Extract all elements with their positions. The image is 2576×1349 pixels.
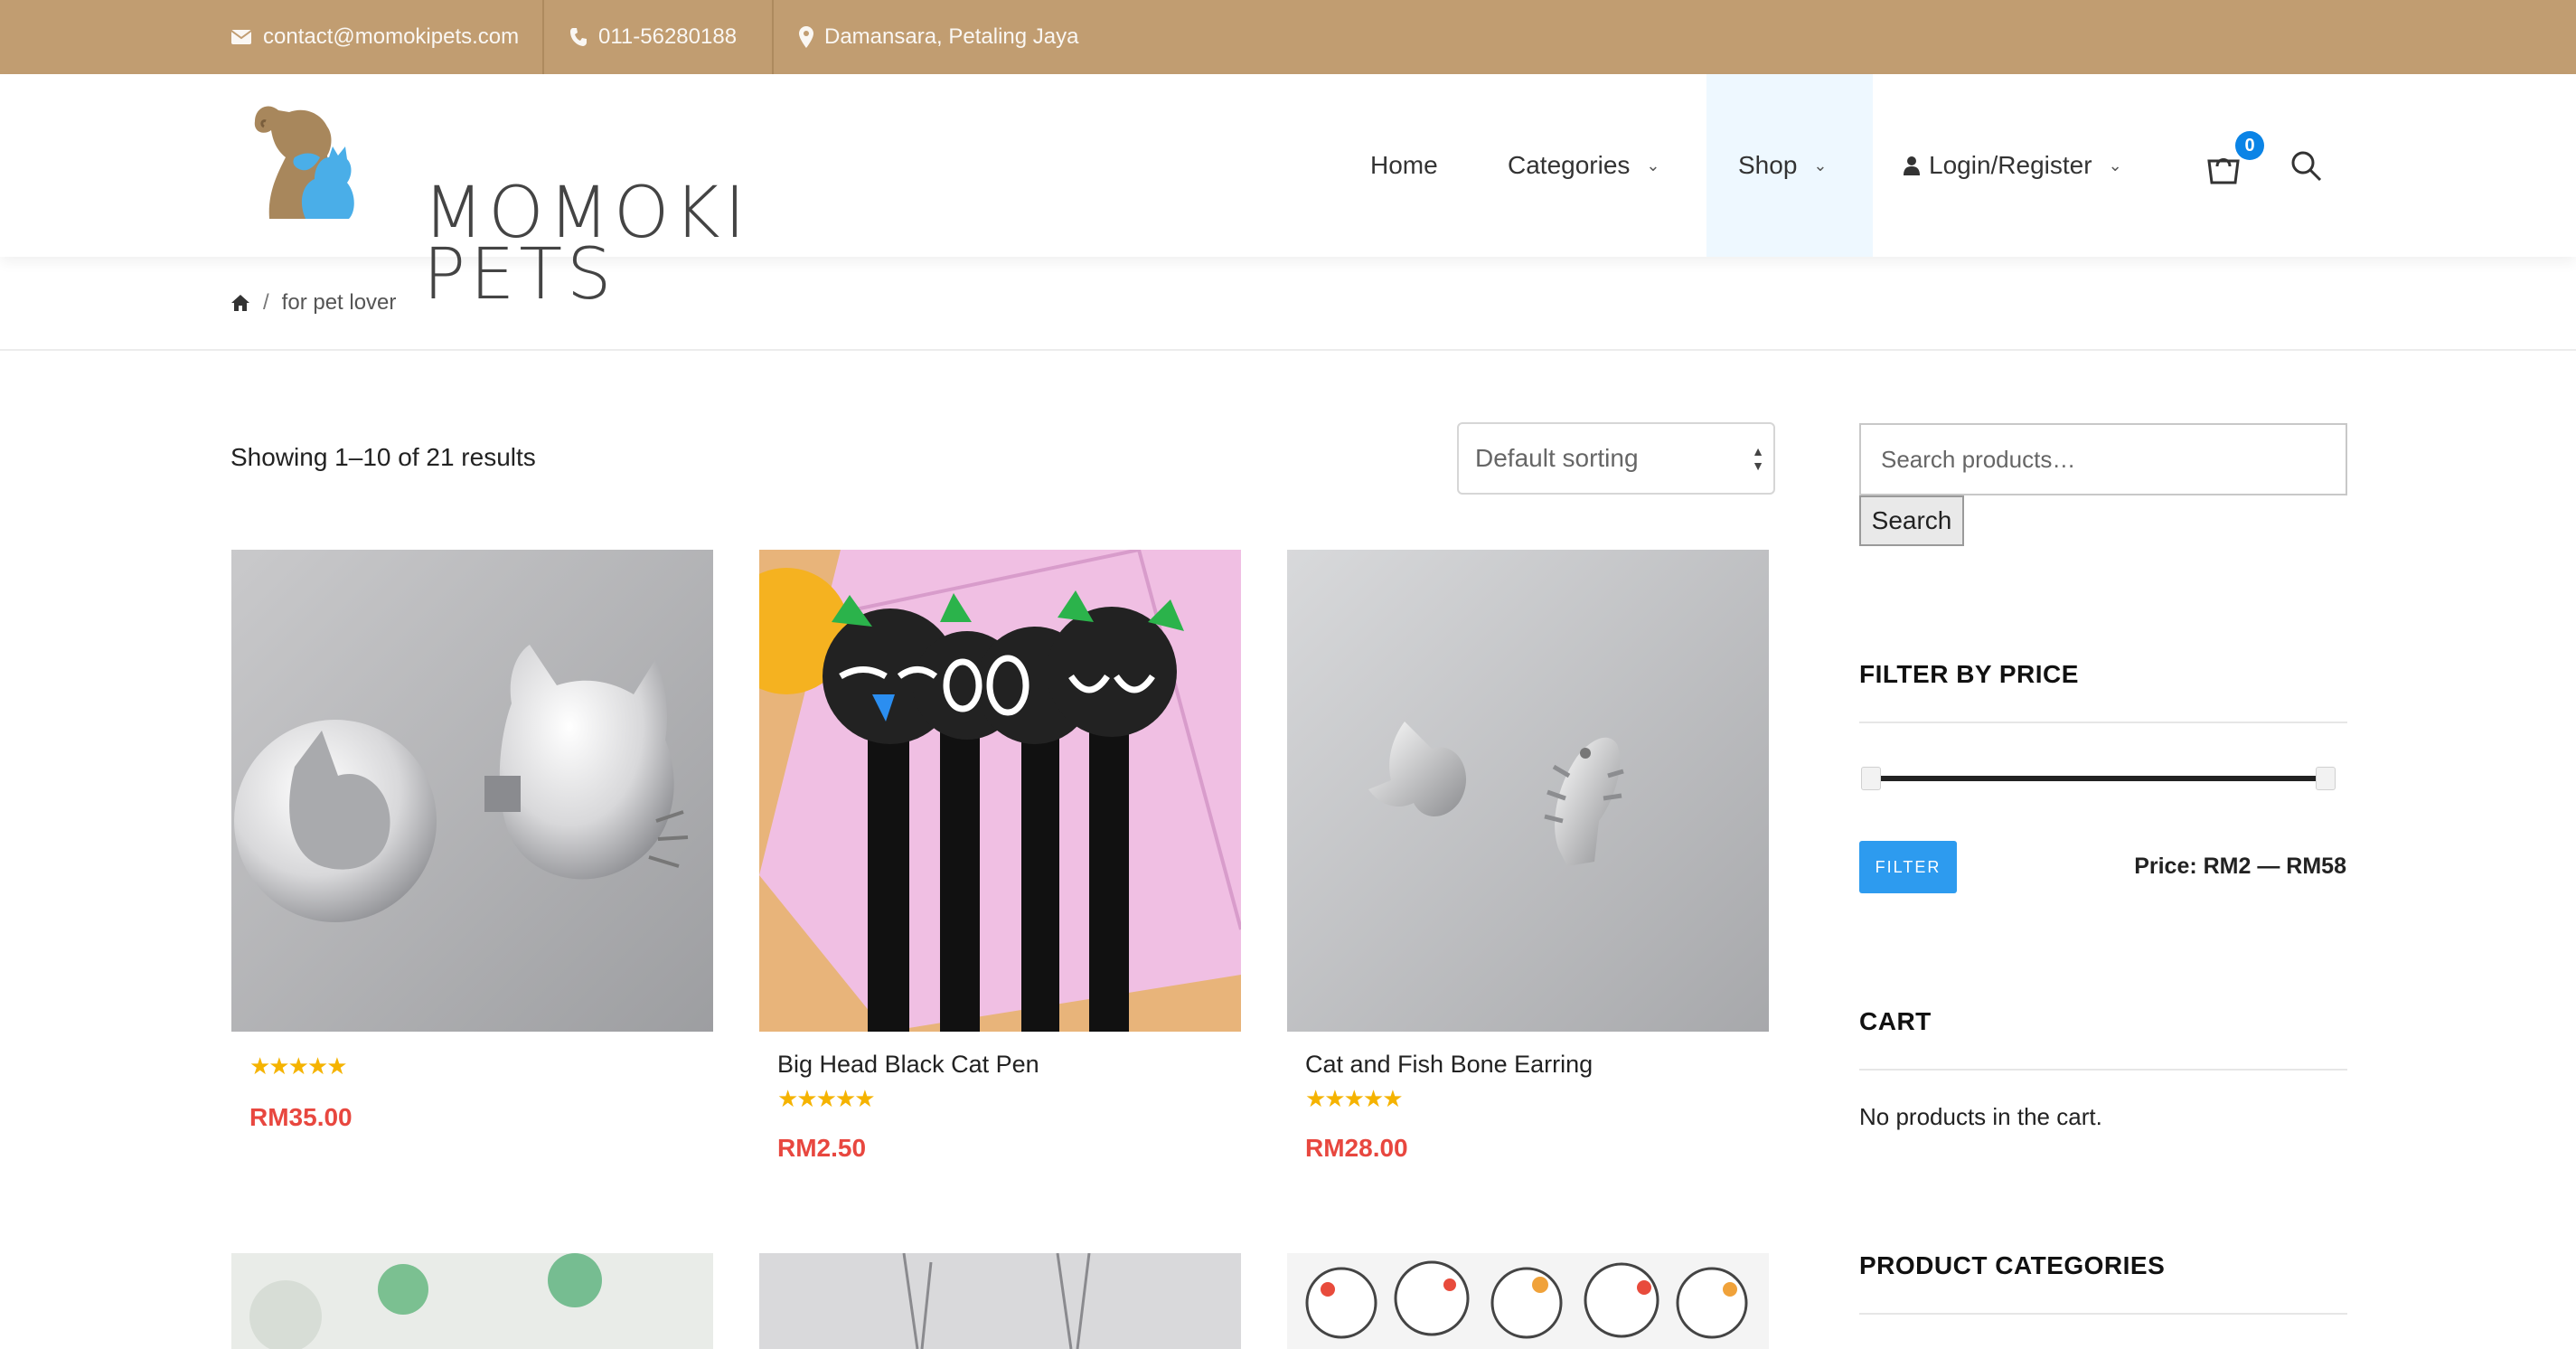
product-card[interactable] <box>1287 1253 1769 1349</box>
price-slider-track[interactable] <box>1873 776 2332 781</box>
result-count: Showing 1–10 of 21 results <box>230 443 536 471</box>
product-price: RM2.50 <box>777 1134 867 1162</box>
phone-text: 011-56280188 <box>598 24 738 49</box>
filter-button[interactable]: FILTER <box>1859 841 1957 893</box>
product-image[interactable] <box>1287 1253 1769 1349</box>
product-categories-title: PRODUCT CATEGORIES <box>1859 1251 2166 1279</box>
product-image[interactable] <box>231 550 713 1032</box>
cart-icon[interactable] <box>2205 150 2242 184</box>
nav-categories-label: Categories <box>1508 151 1631 179</box>
divider <box>1859 1069 2347 1071</box>
top-contact-bar: contact@momokipets.com 011-56280188 Dama… <box>0 0 2576 74</box>
sort-select-value: Default sorting <box>1475 444 1639 472</box>
location-text: Damansara, Petaling Jaya <box>824 24 1079 49</box>
product-card[interactable] <box>231 1253 713 1349</box>
product-search-input[interactable]: Search products… <box>1859 423 2347 495</box>
nav-shop[interactable]: Shop ⌄ <box>1738 74 1828 257</box>
location-link[interactable]: Damansara, Petaling Jaya <box>799 0 1078 74</box>
product-price: RM35.00 <box>249 1103 353 1131</box>
envelope-icon <box>230 30 252 44</box>
cart-empty-message: No products in the cart. <box>1859 1103 2102 1130</box>
filter-price-title: FILTER BY PRICE <box>1859 660 2079 688</box>
product-card[interactable] <box>759 1253 1241 1349</box>
product-image[interactable] <box>759 1253 1241 1349</box>
search-placeholder: Search products… <box>1881 445 2076 473</box>
divider <box>772 0 774 74</box>
user-icon <box>1904 156 1920 175</box>
nav-home-label: Home <box>1370 151 1438 179</box>
nav-login-register[interactable]: Login/Register ⌄ <box>1904 74 2122 257</box>
breadcrumb: / for pet lover <box>0 257 2576 351</box>
breadcrumb-separator: / <box>263 290 269 315</box>
product-image[interactable] <box>231 1253 713 1349</box>
chevron-down-icon: ⌄ <box>2108 156 2122 175</box>
sort-select[interactable]: Default sorting ▲ ▼ <box>1457 422 1775 495</box>
product-card[interactable]: Cat and Fish Bone Earring ★★★★★ RM28.00 <box>1287 550 1769 1162</box>
cart-widget-title: CART <box>1859 1007 1932 1035</box>
rating-stars: ★★★★★ <box>777 1085 876 1112</box>
cart-count-badge[interactable]: 0 <box>2235 131 2264 160</box>
email-link[interactable]: contact@momokipets.com <box>230 0 519 74</box>
nav-login-label: Login/Register <box>1929 151 2092 179</box>
nav-home[interactable]: Home <box>1370 74 1438 257</box>
site-header: MOMOKI PETS Home Categories ⌄ Shop ⌄ Log… <box>0 74 2576 310</box>
email-text: contact@momokipets.com <box>263 24 520 49</box>
chevron-down-icon: ⌄ <box>1646 156 1660 175</box>
search-button[interactable]: Search <box>1859 495 1964 546</box>
map-pin-icon <box>799 26 813 48</box>
product-image[interactable] <box>759 550 1241 1032</box>
price-slider-max-handle[interactable] <box>2316 767 2336 790</box>
product-name[interactable]: Cat and Fish Bone Earring <box>1305 1051 1593 1079</box>
product-name[interactable]: Big Head Black Cat Pen <box>777 1051 1039 1079</box>
divider <box>542 0 544 74</box>
logo-icon[interactable] <box>249 94 394 230</box>
nav-shop-label: Shop <box>1738 151 1798 179</box>
product-image[interactable] <box>1287 550 1769 1032</box>
product-card[interactable]: Big Head Black Cat Pen ★★★★★ RM2.50 <box>759 550 1241 1162</box>
divider <box>1859 1313 2347 1315</box>
breadcrumb-current: for pet lover <box>281 290 397 315</box>
search-icon[interactable] <box>2290 150 2323 183</box>
price-range-label: Price: RM2 — RM58 <box>2134 854 2346 879</box>
home-icon[interactable] <box>230 294 250 312</box>
divider <box>1859 722 2347 723</box>
chevron-down-icon: ⌄ <box>1813 156 1828 175</box>
product-price: RM28.00 <box>1305 1134 1408 1162</box>
phone-link[interactable]: 011-56280188 <box>569 0 737 74</box>
select-arrows-icon: ▲ ▼ <box>1752 444 1764 473</box>
nav-categories[interactable]: Categories ⌄ <box>1508 74 1660 257</box>
product-card[interactable]: ★★★★★ RM35.00 <box>231 550 713 1131</box>
price-slider-min-handle[interactable] <box>1861 767 1881 790</box>
rating-stars: ★★★★★ <box>1305 1085 1404 1112</box>
rating-stars: ★★★★★ <box>249 1052 348 1080</box>
brand-wordmark[interactable]: MOMOKI PETS <box>423 178 750 310</box>
phone-icon <box>570 28 587 46</box>
